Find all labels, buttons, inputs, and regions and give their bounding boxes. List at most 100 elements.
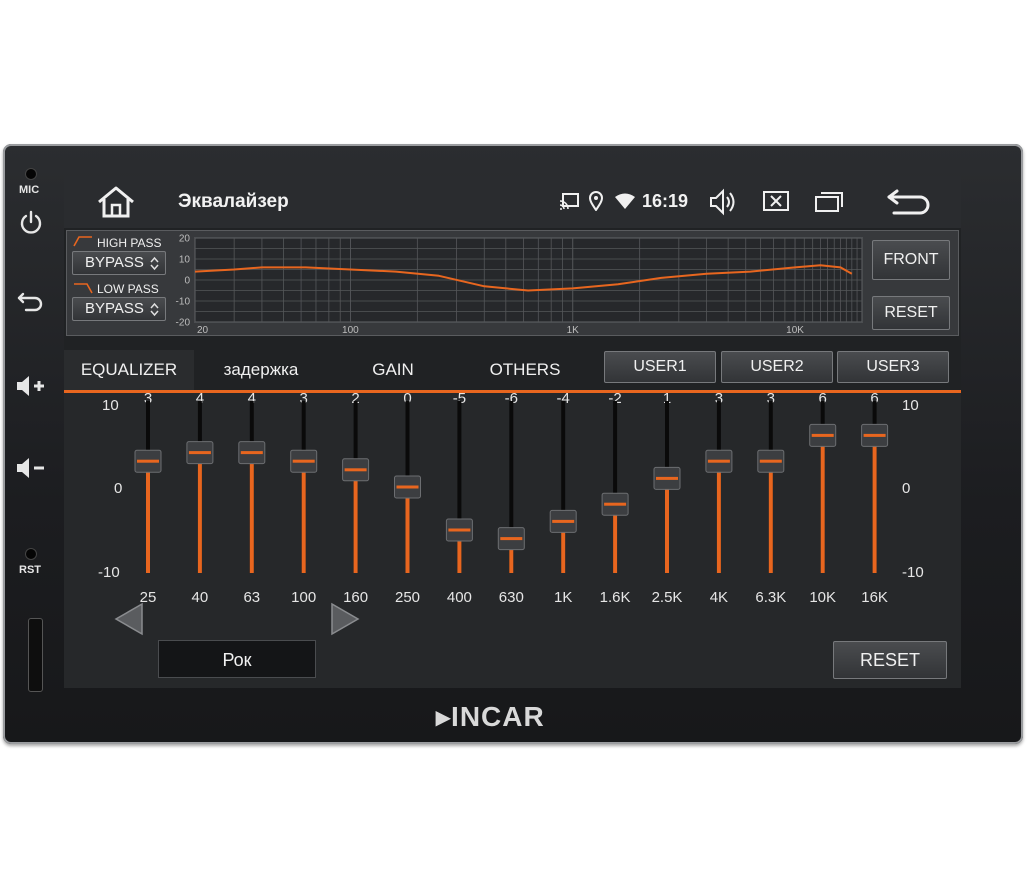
tab-equalizer[interactable]: EQUALIZER bbox=[64, 350, 194, 390]
preset-name: Рок bbox=[158, 640, 316, 678]
crossover-filter-panel: HIGH PASS BYPASS LOW PASS BYPASS 20 10 0 -1… bbox=[66, 230, 959, 336]
equalizer-panel: 10 0 -10 10 0 -10 3 25 4 40 4 63 3 100 2 160 0 250-… bbox=[64, 393, 961, 688]
eq-slider-10K[interactable]: 610K bbox=[809, 393, 837, 606]
volume-down-icon[interactable] bbox=[15, 456, 47, 480]
y-tick-label: -10 bbox=[176, 297, 191, 308]
back-hardkey-icon[interactable] bbox=[17, 288, 45, 312]
eq-band-frequency: 10K bbox=[809, 589, 836, 606]
eq-slider-fill bbox=[301, 461, 306, 573]
page-title: Эквалайзер bbox=[178, 191, 289, 212]
volume-icon[interactable] bbox=[709, 188, 739, 216]
eq-band-frequency: 1K bbox=[554, 589, 572, 606]
eq-slider-4K[interactable]: 34K bbox=[705, 393, 733, 606]
eq-slider-thumb-mark bbox=[656, 476, 678, 480]
clock-time: 16:19 bbox=[642, 191, 689, 211]
eq-band-frequency: 16K bbox=[861, 589, 888, 606]
eq-slider-thumb-mark bbox=[707, 459, 730, 463]
high-pass-select[interactable]: BYPASS bbox=[72, 251, 166, 275]
eq-band-frequency: 6.3K bbox=[755, 589, 786, 606]
high-pass-curve-icon bbox=[73, 236, 92, 247]
power-icon[interactable] bbox=[18, 210, 44, 236]
eq-slider-fill bbox=[353, 469, 358, 573]
eq-slider-thumb-mark bbox=[863, 433, 886, 437]
chart-x-ticks: 20 100 1K 10K bbox=[197, 325, 804, 335]
front-button[interactable]: FRONT bbox=[872, 240, 950, 280]
low-pass-value: BYPASS bbox=[85, 300, 144, 317]
spinner-arrows-icon bbox=[150, 302, 159, 317]
eq-band-frequency: 250 bbox=[395, 589, 420, 606]
eq-slider-thumb-mark bbox=[759, 459, 782, 463]
x-tick-label: 20 bbox=[197, 325, 209, 335]
eq-slider-25[interactable]: 325 bbox=[134, 393, 162, 606]
eq-slider-16K[interactable]: 616K bbox=[861, 393, 889, 606]
wifi-icon bbox=[615, 193, 635, 209]
y-tick-label: 20 bbox=[179, 234, 191, 245]
recent-apps-icon[interactable] bbox=[814, 189, 846, 213]
eq-slider-160[interactable]: 2160 bbox=[342, 393, 370, 606]
rst-label: RST bbox=[19, 564, 41, 576]
frequency-response-chart: 20100-10-20 20 100 1K 10K bbox=[176, 234, 863, 335]
user1-button[interactable]: USER1 bbox=[604, 351, 716, 383]
y-tick-label: -20 bbox=[176, 318, 191, 329]
location-icon bbox=[589, 191, 603, 211]
low-pass-label: LOW PASS bbox=[97, 282, 159, 296]
low-pass-curve-icon bbox=[74, 283, 93, 294]
eq-slider-thumb-mark bbox=[344, 468, 367, 472]
eq-slider-fill bbox=[146, 461, 150, 573]
eq-slider-1.6K[interactable]: -21.6K bbox=[600, 393, 631, 606]
filter-reset-button[interactable]: RESET bbox=[872, 296, 950, 330]
eq-reset-button[interactable]: RESET bbox=[833, 641, 947, 679]
eq-slider-thumb-mark bbox=[448, 528, 471, 532]
eq-slider-thumb-mark bbox=[396, 485, 419, 489]
status-bar: Эквалайзер 16:19 bbox=[64, 176, 961, 228]
low-pass-select[interactable]: BYPASS bbox=[72, 297, 166, 321]
eq-slider-40[interactable]: 440 bbox=[186, 393, 214, 606]
user3-button[interactable]: USER3 bbox=[837, 351, 949, 383]
reset-pinhole[interactable] bbox=[25, 548, 37, 560]
volume-up-icon[interactable] bbox=[15, 374, 47, 398]
y-tick-label: 10 bbox=[179, 255, 191, 266]
sd-card-slot bbox=[28, 618, 43, 692]
eq-band-frequency: 40 bbox=[192, 589, 209, 606]
tab-delay[interactable]: задержка bbox=[196, 350, 326, 390]
tab-gain[interactable]: GAIN bbox=[328, 350, 458, 390]
eq-band-frequency: 2.5K bbox=[652, 589, 683, 606]
eq-band-frequency: 1.6K bbox=[600, 589, 631, 606]
home-icon[interactable] bbox=[96, 185, 136, 219]
x-tick-label: 100 bbox=[342, 325, 359, 335]
x-tick-label: 1K bbox=[567, 325, 580, 335]
y-tick-label: 0 bbox=[184, 276, 190, 287]
eq-slider-630[interactable]: -6630 bbox=[497, 393, 525, 606]
eq-slider-thumb-mark bbox=[292, 459, 315, 463]
eq-band-frequency: 63 bbox=[243, 589, 260, 606]
eq-slider-63[interactable]: 463 bbox=[238, 393, 266, 606]
eq-slider-group: 325 440 463 3100 2160 0250 -5400 -6630 -41K -21.6… bbox=[134, 393, 889, 606]
eq-band-frequency: 400 bbox=[447, 589, 472, 606]
eq-slider-1K[interactable]: -41K bbox=[549, 393, 577, 606]
eq-slider-thumb-mark bbox=[604, 502, 627, 506]
high-pass-label: HIGH PASS bbox=[97, 236, 162, 250]
eq-slider-thumb-mark bbox=[811, 433, 834, 437]
back-icon[interactable] bbox=[886, 188, 930, 216]
eq-slider-100[interactable]: 3100 bbox=[290, 393, 318, 606]
mic-label: MIC bbox=[19, 184, 40, 196]
eq-slider-400[interactable]: -5400 bbox=[445, 393, 473, 606]
cast-icon bbox=[559, 193, 579, 210]
eq-slider-fill bbox=[820, 435, 825, 573]
eq-slider-6.3K[interactable]: 36.3K bbox=[755, 393, 786, 606]
eq-band-frequency: 4K bbox=[710, 589, 728, 606]
close-app-icon[interactable] bbox=[762, 190, 790, 212]
next-preset-icon[interactable] bbox=[330, 602, 360, 636]
eq-slider-250[interactable]: 0250 bbox=[394, 393, 421, 606]
eq-slider-fill bbox=[665, 478, 669, 573]
spinner-arrows-icon bbox=[150, 256, 159, 271]
mic-hole bbox=[25, 168, 37, 180]
tab-bar: EQUALIZER задержка GAIN OTHERS USER1 USE… bbox=[64, 350, 961, 392]
eq-slider-2.5K[interactable]: 12.5K bbox=[652, 393, 683, 606]
prev-preset-icon[interactable] bbox=[114, 602, 144, 636]
eq-slider-fill bbox=[197, 452, 202, 573]
tab-others[interactable]: OTHERS bbox=[460, 350, 590, 390]
screen: Эквалайзер 16:19 HIGH PASS BYPASS LOW PA… bbox=[64, 176, 961, 688]
user2-button[interactable]: USER2 bbox=[721, 351, 833, 383]
eq-slider-fill bbox=[716, 461, 721, 573]
